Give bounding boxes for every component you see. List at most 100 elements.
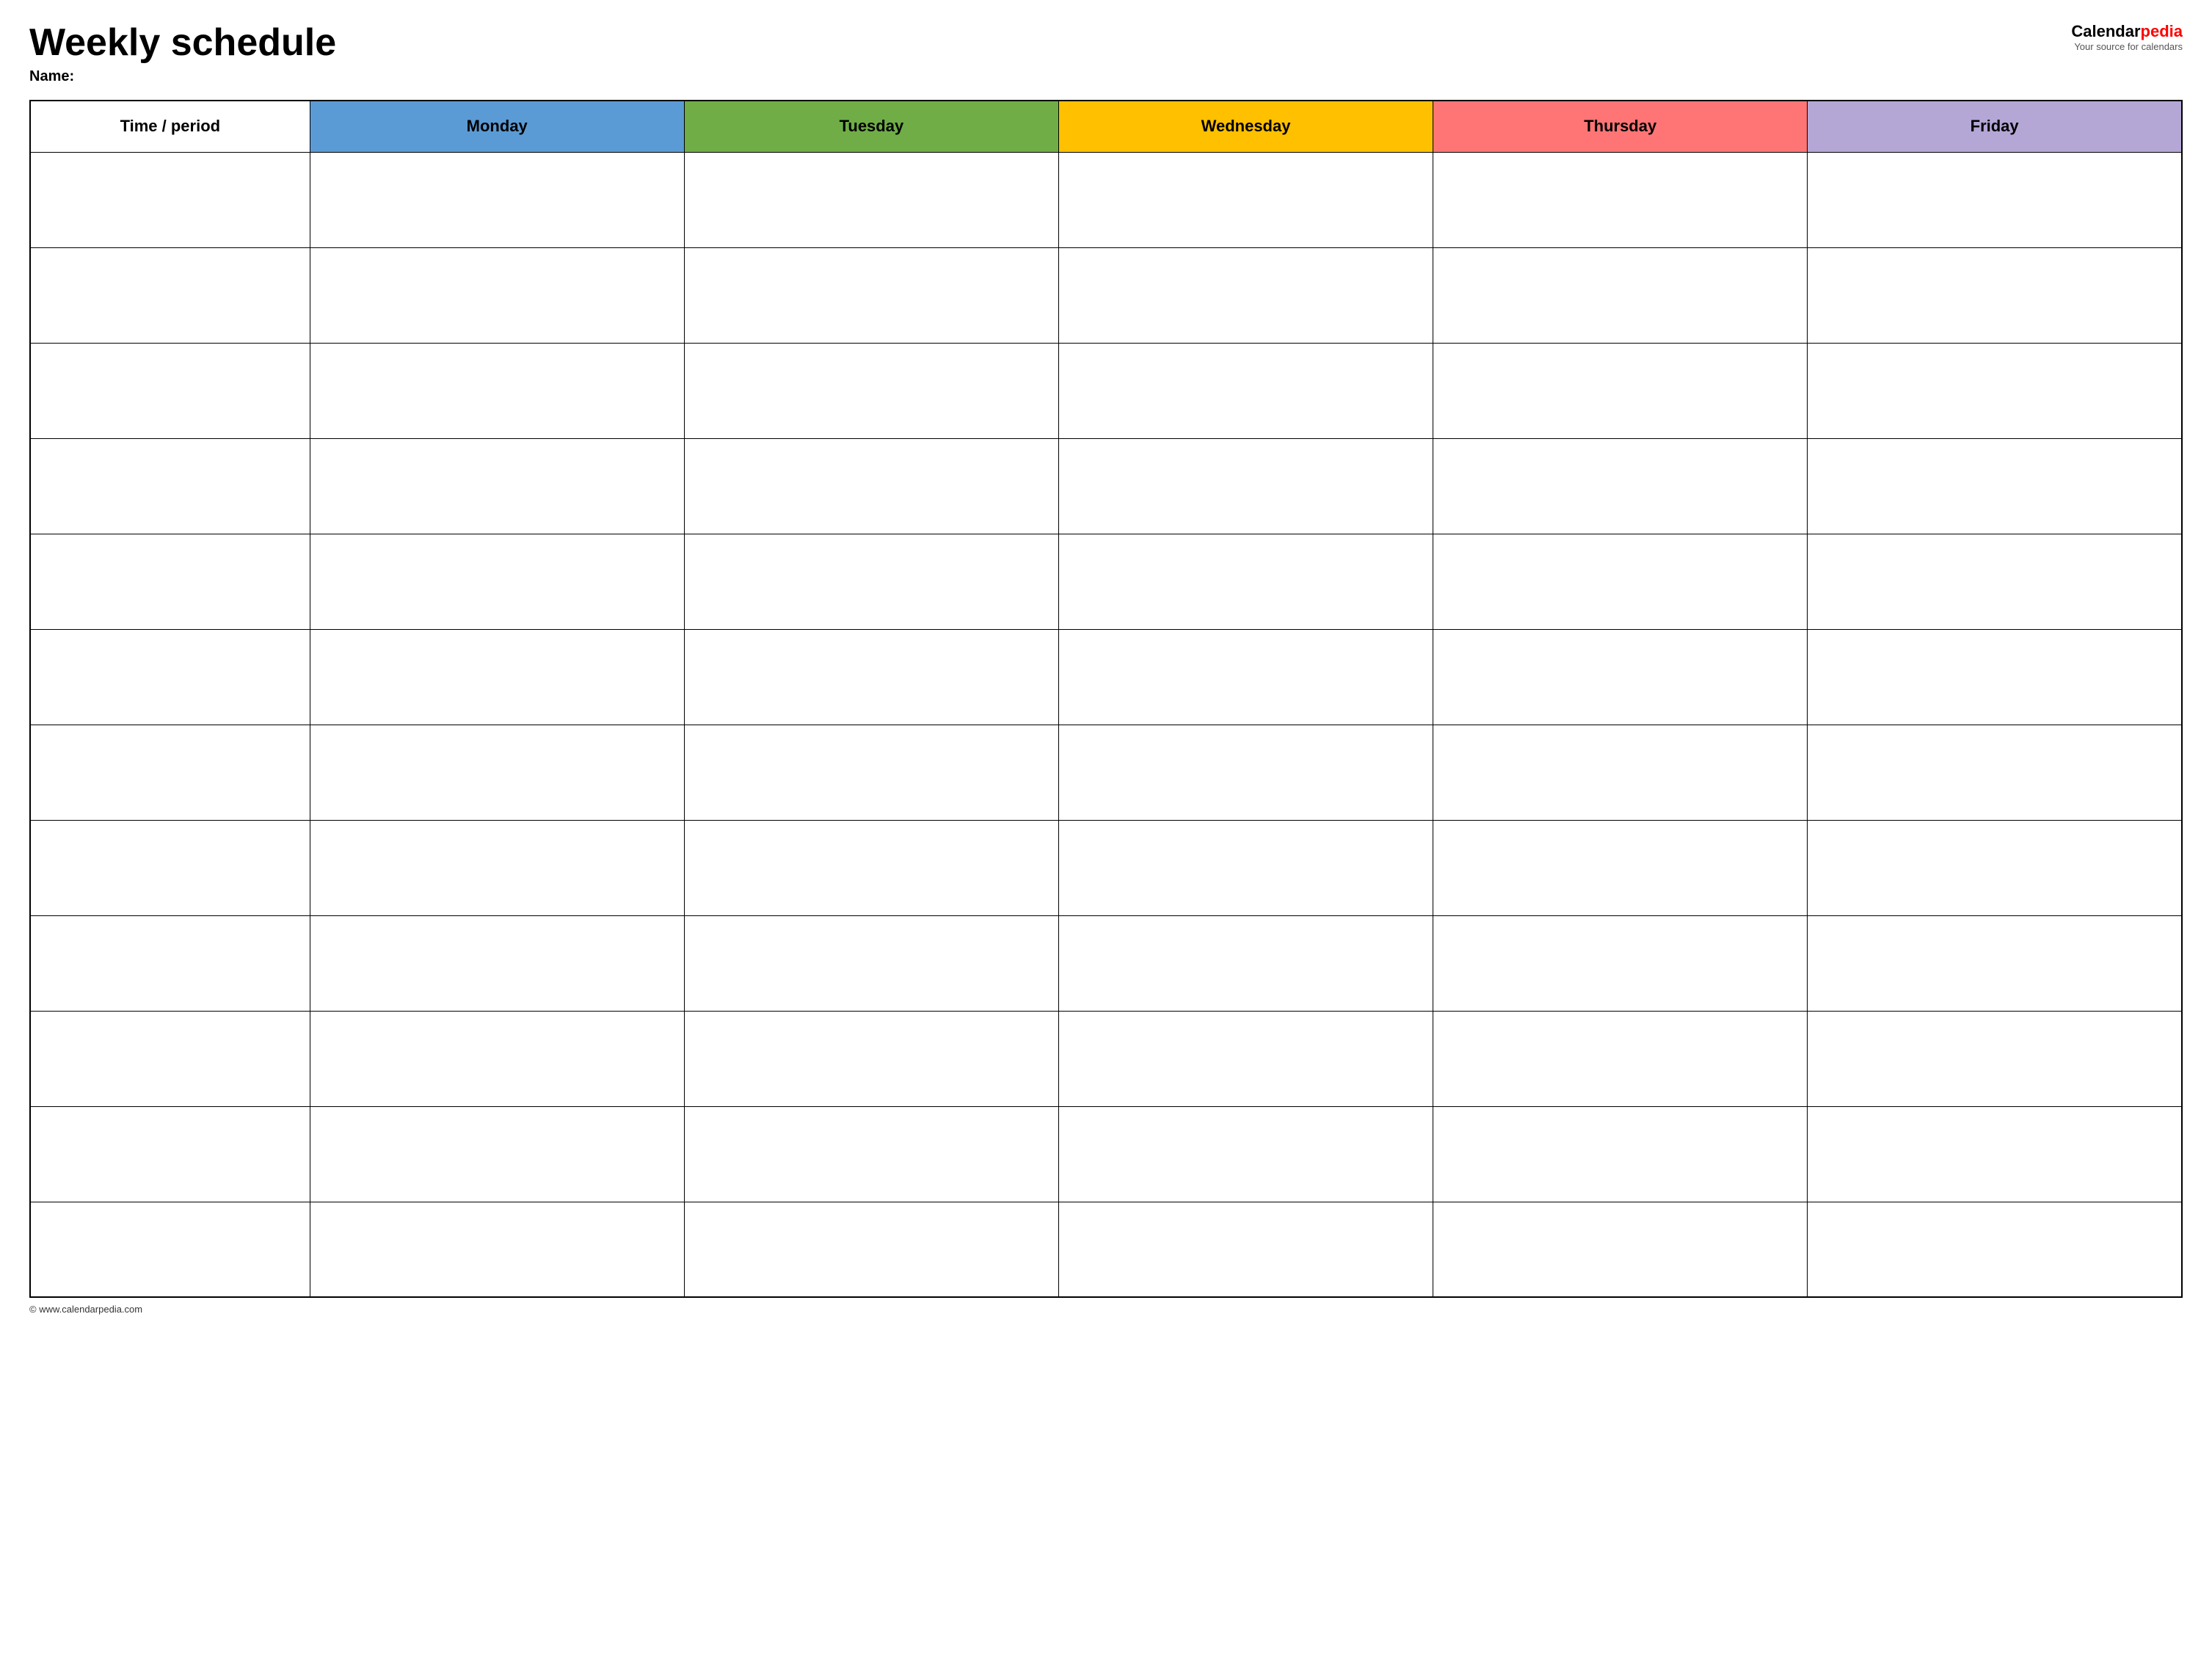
table-cell[interactable] xyxy=(684,1106,1058,1202)
table-cell[interactable] xyxy=(1433,1011,1808,1106)
logo-calendar: Calendar xyxy=(2071,22,2140,40)
table-row xyxy=(30,725,2182,820)
table-cell[interactable] xyxy=(1058,629,1433,725)
table-row xyxy=(30,247,2182,343)
table-cell[interactable] xyxy=(1433,629,1808,725)
table-cell[interactable] xyxy=(310,343,684,438)
table-cell[interactable] xyxy=(30,629,310,725)
table-cell[interactable] xyxy=(30,1011,310,1106)
table-cell[interactable] xyxy=(1808,247,2182,343)
table-cell[interactable] xyxy=(1058,1011,1433,1106)
title-section: Weekly schedule Name: xyxy=(29,22,2071,85)
table-cell[interactable] xyxy=(1058,438,1433,534)
table-cell[interactable] xyxy=(1058,534,1433,629)
table-cell[interactable] xyxy=(30,1202,310,1297)
table-cell[interactable] xyxy=(1808,438,2182,534)
table-row xyxy=(30,438,2182,534)
table-cell[interactable] xyxy=(684,343,1058,438)
table-cell[interactable] xyxy=(684,247,1058,343)
table-cell[interactable] xyxy=(30,1106,310,1202)
table-cell[interactable] xyxy=(1433,1106,1808,1202)
table-cell[interactable] xyxy=(684,820,1058,915)
header-thursday: Thursday xyxy=(1433,101,1808,152)
table-cell[interactable] xyxy=(30,915,310,1011)
header-friday: Friday xyxy=(1808,101,2182,152)
table-cell[interactable] xyxy=(1433,915,1808,1011)
page-header: Weekly schedule Name: Calendarpedia Your… xyxy=(29,22,2183,85)
table-cell[interactable] xyxy=(30,820,310,915)
table-cell[interactable] xyxy=(1808,152,2182,247)
table-cell[interactable] xyxy=(1433,1202,1808,1297)
table-cell[interactable] xyxy=(310,725,684,820)
table-cell[interactable] xyxy=(310,629,684,725)
table-cell[interactable] xyxy=(1808,1202,2182,1297)
table-cell[interactable] xyxy=(684,438,1058,534)
table-cell[interactable] xyxy=(684,1011,1058,1106)
table-cell[interactable] xyxy=(1058,1106,1433,1202)
table-cell[interactable] xyxy=(1058,343,1433,438)
table-cell[interactable] xyxy=(310,438,684,534)
table-row xyxy=(30,915,2182,1011)
table-cell[interactable] xyxy=(310,152,684,247)
table-cell[interactable] xyxy=(1808,1011,2182,1106)
table-cell[interactable] xyxy=(1433,820,1808,915)
table-cell[interactable] xyxy=(310,820,684,915)
table-cell[interactable] xyxy=(1433,534,1808,629)
name-label: Name: xyxy=(29,68,2071,85)
table-row xyxy=(30,152,2182,247)
table-cell[interactable] xyxy=(1808,629,2182,725)
table-cell[interactable] xyxy=(310,247,684,343)
table-cell[interactable] xyxy=(30,438,310,534)
table-cell[interactable] xyxy=(310,1011,684,1106)
table-cell[interactable] xyxy=(684,915,1058,1011)
table-cell[interactable] xyxy=(1808,915,2182,1011)
table-cell[interactable] xyxy=(684,1202,1058,1297)
table-cell[interactable] xyxy=(1433,725,1808,820)
table-cell[interactable] xyxy=(1808,725,2182,820)
table-cell[interactable] xyxy=(1808,1106,2182,1202)
table-cell[interactable] xyxy=(310,915,684,1011)
page-title: Weekly schedule xyxy=(29,22,2071,64)
table-cell[interactable] xyxy=(30,725,310,820)
table-row xyxy=(30,343,2182,438)
table-row xyxy=(30,1011,2182,1106)
table-cell[interactable] xyxy=(310,1202,684,1297)
header-monday: Monday xyxy=(310,101,684,152)
table-cell[interactable] xyxy=(310,1106,684,1202)
table-cell[interactable] xyxy=(1433,247,1808,343)
table-cell[interactable] xyxy=(30,247,310,343)
logo-section: Calendarpedia Your source for calendars xyxy=(2071,22,2183,52)
table-cell[interactable] xyxy=(310,534,684,629)
table-cell[interactable] xyxy=(1808,343,2182,438)
table-cell[interactable] xyxy=(30,343,310,438)
table-cell[interactable] xyxy=(1808,820,2182,915)
table-cell[interactable] xyxy=(1058,1202,1433,1297)
table-cell[interactable] xyxy=(1058,915,1433,1011)
table-row xyxy=(30,1106,2182,1202)
logo-subtitle: Your source for calendars xyxy=(2071,41,2183,52)
table-cell[interactable] xyxy=(684,152,1058,247)
logo-pedia: pedia xyxy=(2141,22,2183,40)
table-cell[interactable] xyxy=(1058,247,1433,343)
table-cell[interactable] xyxy=(1058,152,1433,247)
footer-url: © www.calendarpedia.com xyxy=(29,1304,142,1315)
table-header-row: Time / period Monday Tuesday Wednesday T… xyxy=(30,101,2182,152)
table-cell[interactable] xyxy=(1433,152,1808,247)
schedule-table: Time / period Monday Tuesday Wednesday T… xyxy=(29,100,2183,1298)
table-cell[interactable] xyxy=(1058,820,1433,915)
table-cell[interactable] xyxy=(684,629,1058,725)
table-cell[interactable] xyxy=(1058,725,1433,820)
table-cell[interactable] xyxy=(30,534,310,629)
table-cell[interactable] xyxy=(684,725,1058,820)
table-row xyxy=(30,1202,2182,1297)
table-cell[interactable] xyxy=(1808,534,2182,629)
header-wednesday: Wednesday xyxy=(1058,101,1433,152)
footer: © www.calendarpedia.com xyxy=(29,1304,2183,1315)
header-tuesday: Tuesday xyxy=(684,101,1058,152)
table-row xyxy=(30,534,2182,629)
table-cell[interactable] xyxy=(30,152,310,247)
table-cell[interactable] xyxy=(1433,438,1808,534)
table-cell[interactable] xyxy=(1433,343,1808,438)
logo-text: Calendarpedia xyxy=(2071,22,2183,41)
table-cell[interactable] xyxy=(684,534,1058,629)
